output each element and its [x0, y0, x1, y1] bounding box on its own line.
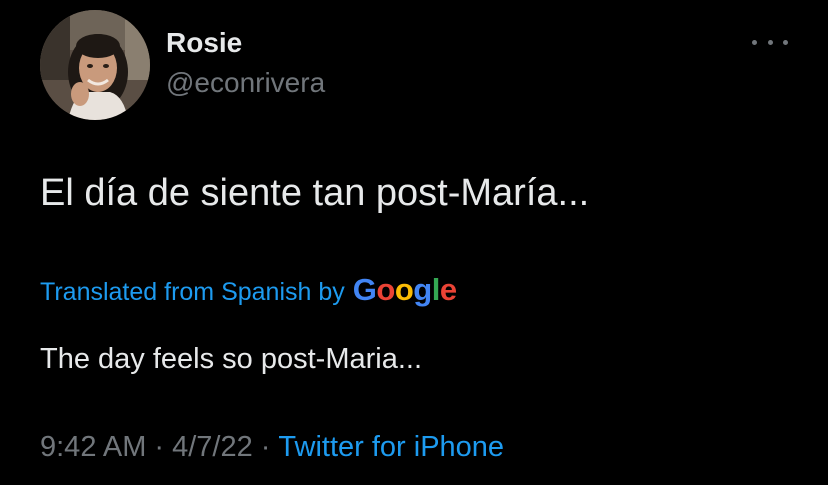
- google-letter: G: [352, 272, 377, 307]
- separator: ·: [154, 431, 165, 463]
- tweet-source-link[interactable]: Twitter for iPhone: [278, 431, 504, 463]
- google-letter: g: [413, 272, 432, 307]
- google-letter: l: [431, 272, 441, 307]
- google-letter: o: [394, 272, 414, 307]
- tweet-date[interactable]: 4/7/22: [172, 431, 253, 463]
- avatar[interactable]: [40, 10, 150, 120]
- user-handle[interactable]: @econrivera: [166, 66, 325, 100]
- tweet-time[interactable]: 9:42 AM: [40, 431, 146, 463]
- translated-from-link[interactable]: Translated from Spanish by: [40, 276, 345, 308]
- display-name[interactable]: Rosie: [166, 26, 242, 60]
- profile-photo-icon: [40, 10, 150, 120]
- google-logo[interactable]: Google: [353, 274, 457, 306]
- more-options-icon[interactable]: [752, 30, 788, 54]
- google-letter: e: [439, 272, 457, 307]
- tweet-card: Rosie @econrivera El día de siente tan p…: [0, 0, 828, 485]
- dot: [752, 39, 757, 45]
- translated-text: The day feels so post-Maria...: [40, 343, 422, 375]
- dot: [767, 39, 773, 45]
- tweet-text: El día de siente tan post-María...: [40, 172, 590, 214]
- dot: [783, 39, 788, 45]
- tweet-metadata: 9:42 AM · 4/7/22 · Twitter for iPhone: [40, 428, 504, 466]
- translation-attribution: Translated from Spanish by Google: [40, 274, 457, 308]
- google-letter: o: [376, 272, 395, 307]
- separator: ·: [260, 431, 271, 463]
